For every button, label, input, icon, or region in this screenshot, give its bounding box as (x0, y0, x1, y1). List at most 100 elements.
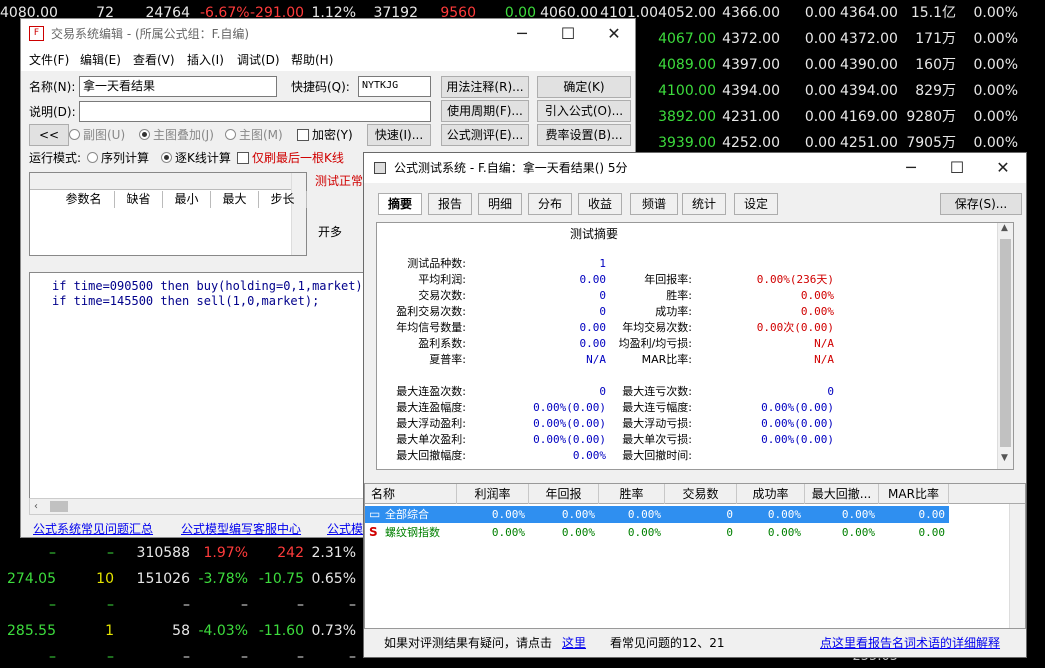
menu-file[interactable]: 文件(F) (29, 51, 69, 69)
scroll-down-icon[interactable]: ▼ (1001, 453, 1008, 463)
faq-link[interactable]: 公式系统常见问题汇总 (33, 520, 153, 538)
glossary-link[interactable]: 点这里看报告名词术语的详细解释 (820, 634, 1000, 652)
stat-label: 最大连盈次数: (396, 385, 466, 398)
scroll-up-icon[interactable]: ▲ (1001, 223, 1008, 233)
stat-value: 0.00 (579, 273, 607, 286)
scroll-thumb[interactable] (1000, 239, 1011, 447)
quote-cell: 4169.00 (840, 109, 898, 125)
stat-label: 最大连亏次数: (622, 385, 692, 398)
stat-label: MAR比率: (641, 353, 692, 366)
formula-link[interactable]: 公式模 (327, 520, 363, 538)
menu-edit[interactable]: 编辑(E) (80, 51, 121, 69)
column-header-3[interactable]: 胜率 (599, 484, 665, 504)
quote-cell: 285.55 (7, 623, 56, 639)
stat-label: 夏普率: (429, 353, 466, 366)
save-button[interactable]: 保存(S)... (940, 193, 1022, 215)
summary-vscroll[interactable]: ▲ ▼ (997, 223, 1013, 469)
tab-4[interactable]: 收益 (578, 193, 622, 215)
column-header-7[interactable]: MAR比率 (879, 484, 949, 504)
tab-7[interactable]: 设定 (734, 193, 778, 215)
tab-2[interactable]: 明细 (478, 193, 522, 215)
tab-0[interactable]: 摘要 (378, 193, 422, 215)
menu-view[interactable]: 查看(V) (133, 51, 175, 69)
column-header-5[interactable]: 成功率 (737, 484, 805, 504)
run-mode-label: 运行模式: (29, 151, 82, 165)
shortcut-input[interactable]: NYTKJG (358, 76, 431, 97)
stat-label: 胜率: (666, 289, 692, 302)
encrypt-checkbox[interactable]: 加密(Y) (297, 126, 353, 144)
test-status: 测试正常 (315, 174, 364, 188)
menu-debug[interactable]: 调试(D) (237, 51, 280, 69)
quick-button[interactable]: 快速(I)... (367, 124, 431, 146)
period-button[interactable]: 使用周期(F)... (441, 100, 529, 122)
stat-value: 0.00 (579, 337, 607, 350)
radio-overlay[interactable]: 主图叠加(J) (139, 126, 214, 144)
footer-see: 看常见问题的12、21 (610, 636, 725, 650)
stat-value: 0.00% (572, 449, 606, 462)
radio-subchart[interactable]: 副图(U) (69, 126, 125, 144)
tab-3[interactable]: 分布 (528, 193, 572, 215)
radio-icon (87, 152, 98, 163)
stat-label: 最大连盈幅度: (396, 401, 466, 414)
footer-question: 如果对评测结果有疑问，请点击 (384, 636, 553, 650)
tab-1[interactable]: 报告 (428, 193, 472, 215)
column-header-2[interactable]: 年回报 (529, 484, 599, 504)
stat-label: 最大单次盈利: (396, 433, 466, 446)
quote-cell: 4394.00 (722, 83, 780, 99)
stat-value: 0 (599, 385, 606, 398)
minimize-icon[interactable]: ─ (499, 19, 545, 49)
column-header-4[interactable]: 交易数 (665, 484, 737, 504)
checkbox-label: 加密(Y) (312, 128, 353, 142)
last-kline-checkbox[interactable]: 仅刷最后一根K线 (237, 149, 344, 167)
results-vscroll[interactable] (1009, 504, 1025, 628)
quote-cell: 4089.00 (658, 57, 716, 73)
stat-value: N/A (814, 353, 834, 366)
stat-label: 最大回撤幅度: (396, 449, 466, 462)
collapse-button[interactable]: << (29, 124, 69, 146)
close-icon[interactable]: ✕ (980, 153, 1026, 183)
usage-notes-button[interactable]: 用法注释(R)... (441, 76, 529, 98)
desc-label: 说明(D): (29, 105, 76, 119)
tab-5[interactable]: 频谱 (630, 193, 678, 215)
import-formula-button[interactable]: 引入公式(O)... (537, 100, 631, 122)
param-vscroll[interactable] (291, 173, 306, 255)
maximize-icon[interactable]: ☐ (545, 19, 591, 49)
formula-eval-button[interactable]: 公式测评(E)... (441, 124, 529, 146)
code-editor[interactable]: if time=090500 then buy(holding=0,1,mark… (29, 272, 371, 515)
tester-titlebar[interactable]: 公式测试系统 - F.自编：拿一天看结果() 5分 ─ ☐ ✕ (364, 153, 1026, 183)
quote-cell: 1.97% (203, 545, 248, 561)
menu-insert[interactable]: 插入(I) (187, 51, 224, 69)
ok-button[interactable]: 确定(K) (537, 76, 631, 98)
quote-cell: – (349, 649, 356, 665)
name-input[interactable]: 拿一天看结果 (79, 76, 277, 97)
table-row[interactable]: ▭ 全部综合 0.00% 0.00% 0.00% 0 0.00% 0.00% 0.00 (365, 506, 949, 523)
row-value: 0.00 (918, 526, 946, 539)
editor-titlebar[interactable]: F 交易系统编辑 - (所属公式组：F.自编) ─ ☐ ✕ (21, 19, 635, 49)
close-icon[interactable]: ✕ (591, 19, 637, 49)
footer-here-link[interactable]: 这里 (562, 634, 586, 652)
radio-mainchart[interactable]: 主图(M) (225, 126, 283, 144)
symbol-icon: S (369, 525, 378, 539)
name-label: 名称(N): (29, 80, 76, 94)
maximize-icon[interactable]: ☐ (934, 153, 980, 183)
desc-input[interactable] (79, 101, 431, 122)
column-header-1[interactable]: 利润率 (457, 484, 529, 504)
support-link[interactable]: 公式模型编写客服中心 (181, 520, 301, 538)
quote-cell: 10 (96, 571, 114, 587)
radio-sequence[interactable]: 序列计算 (87, 149, 149, 167)
radio-per-kline[interactable]: 逐K线计算 (161, 149, 231, 167)
row-value: 0 (726, 526, 733, 539)
scroll-thumb[interactable] (50, 501, 68, 512)
row-value: 0.00% (561, 526, 595, 539)
stat-label: 测试品种数: (407, 257, 466, 270)
table-row[interactable]: S 螺纹钢指数 0.00% 0.00% 0.00% 0 0.00% 0.00% 0.00 (365, 524, 949, 541)
code-hscroll[interactable]: ‹ (29, 498, 371, 515)
scroll-left-icon[interactable]: ‹ (34, 499, 38, 514)
menu-help[interactable]: 帮助(H) (291, 51, 333, 69)
tab-6[interactable]: 统计 (682, 193, 726, 215)
fee-settings-button[interactable]: 费率设置(B)... (537, 124, 631, 146)
minimize-icon[interactable]: ─ (888, 153, 934, 183)
column-header-0[interactable]: 名称 (365, 484, 457, 504)
column-header-6[interactable]: 最大回撤... (805, 484, 879, 504)
open-long-label: 开多 (318, 225, 343, 239)
